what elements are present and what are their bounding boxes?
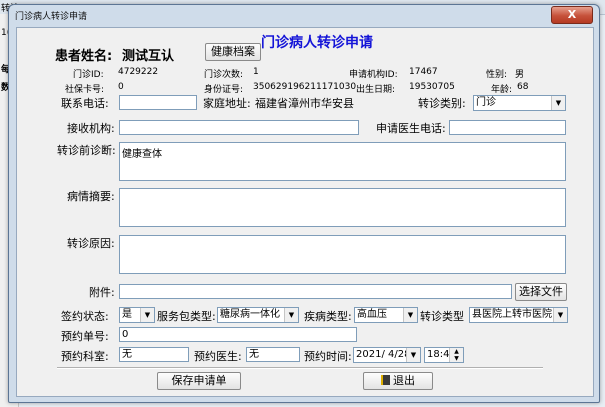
doctor-phone-input[interactable] — [449, 120, 566, 135]
prediagnosis-label: 转诊前诊断: — [57, 144, 116, 157]
spinner-icon[interactable]: ▲ ▼ — [449, 348, 463, 362]
dialog-client: 门诊病人转诊申请 患者姓名: 测试互认 健康档案 门诊ID: 4729222 门… — [16, 27, 594, 397]
summary-textarea[interactable] — [119, 188, 566, 227]
visits: 1 — [253, 67, 259, 77]
exit-label: 退出 — [393, 374, 415, 387]
dialog-titlebar: 门诊病人转诊申请 X — [9, 5, 599, 27]
booking-doctor-label: 预约医生: — [194, 350, 242, 363]
chevron-down-icon[interactable]: ▼ — [140, 308, 154, 322]
reason-label: 转诊原因: — [67, 237, 115, 250]
choose-file-button[interactable]: 选择文件 — [515, 283, 567, 301]
type-label: 转诊类别: — [418, 97, 466, 110]
idcard-label: 身份证号: — [204, 85, 244, 95]
save-request-button[interactable]: 保存申请单 — [157, 372, 241, 390]
gender-label: 性别: — [486, 70, 508, 80]
chevron-down-icon[interactable]: ▼ — [406, 348, 420, 362]
booking-no-label: 预约单号: — [61, 330, 109, 343]
sign-status-select[interactable]: 是 ▼ — [119, 307, 155, 323]
package-select[interactable]: 糖尿病一体化 ▼ — [217, 307, 299, 323]
birth: 19530705 — [409, 82, 455, 92]
type-select[interactable]: 门诊 ▼ — [473, 95, 566, 111]
phone-input[interactable] — [119, 95, 197, 110]
exit-button[interactable]: 退出 — [363, 372, 433, 390]
ssn-label: 社保卡号: — [65, 85, 105, 95]
footer-divider — [57, 367, 543, 369]
patient-name: 测试互认 — [122, 49, 175, 64]
sign-status-label: 签约状态: — [61, 310, 109, 323]
visits-label: 门诊次数: — [204, 70, 244, 80]
address-label: 家庭地址: — [203, 97, 251, 110]
disease-value: 高血压 — [357, 309, 387, 320]
chevron-down-icon[interactable]: ▼ — [551, 96, 565, 110]
summary-label: 病情摘要: — [67, 190, 115, 203]
booking-no-input[interactable]: 0 — [119, 327, 357, 342]
address: 福建省漳州市华安县 — [255, 97, 354, 110]
chevron-down-icon[interactable]: ▼ — [284, 308, 298, 322]
chevron-down-icon[interactable]: ▼ — [403, 308, 417, 322]
booking-dept-input[interactable]: 无 — [119, 347, 189, 362]
disease-select[interactable]: 高血压 ▼ — [354, 307, 418, 323]
booking-time-spinner[interactable]: 18:41 ▲ ▼ — [424, 347, 464, 363]
type-select-value: 门诊 — [476, 97, 496, 108]
referral-dialog: 门诊病人转诊申请 X 门诊病人转诊申请 患者姓名: 测试互认 健康档案 门诊ID… — [8, 4, 600, 403]
reason-textarea[interactable] — [119, 235, 566, 274]
patient-name-label: 患者姓名: — [55, 49, 113, 64]
doctor-phone-label: 申请医生电话: — [376, 122, 446, 135]
receiver-label: 接收机构: — [67, 122, 115, 135]
booking-dept-label: 预约科室: — [61, 350, 109, 363]
transfer-type-label: 转诊类型 — [420, 310, 464, 323]
attachment-input[interactable] — [119, 284, 512, 299]
birth-label: 出生日期: — [356, 85, 396, 95]
gender: 男 — [515, 70, 525, 80]
age: 68 — [517, 82, 529, 92]
health-record-button[interactable]: 健康档案 — [205, 43, 261, 61]
receiver-input[interactable] — [119, 120, 359, 135]
disease-label: 疾病类型: — [304, 310, 352, 323]
transfer-type-select[interactable]: 县医院上转市医院 ▼ — [469, 307, 568, 323]
package-value: 糖尿病一体化 — [220, 309, 280, 320]
package-label: 服务包类型: — [157, 310, 216, 323]
booking-date-picker[interactable]: 2021/ 4/28 ▼ — [353, 347, 421, 363]
sign-status-value: 是 — [122, 309, 132, 320]
clinic-id: 4729222 — [118, 67, 159, 77]
age-label: 年龄: — [491, 85, 513, 95]
form-title: 门诊病人转诊申请 — [261, 35, 373, 51]
booking-time-label: 预约时间: — [304, 350, 352, 363]
idcard: 350629196211171030 — [253, 82, 357, 92]
dialog-title: 门诊病人转诊申请 — [15, 12, 88, 22]
attachment-label: 附件: — [89, 286, 115, 299]
booking-date-value: 2021/ 4/28 — [356, 349, 411, 360]
prediagnosis-textarea[interactable]: 健康查体 — [119, 142, 566, 181]
transfer-type-value: 县医院上转市医院 — [472, 309, 552, 320]
close-button[interactable]: X — [551, 6, 593, 24]
ssn: 0 — [118, 82, 124, 92]
org-id: 17467 — [409, 67, 438, 77]
clinic-id-label: 门诊ID: — [73, 70, 104, 80]
org-label: 申请机构ID: — [349, 70, 398, 80]
booking-doctor-input[interactable]: 无 — [246, 347, 300, 362]
chevron-down-icon[interactable]: ▼ — [553, 308, 567, 322]
phone-label: 联系电话: — [61, 97, 109, 110]
exit-icon — [381, 375, 390, 385]
